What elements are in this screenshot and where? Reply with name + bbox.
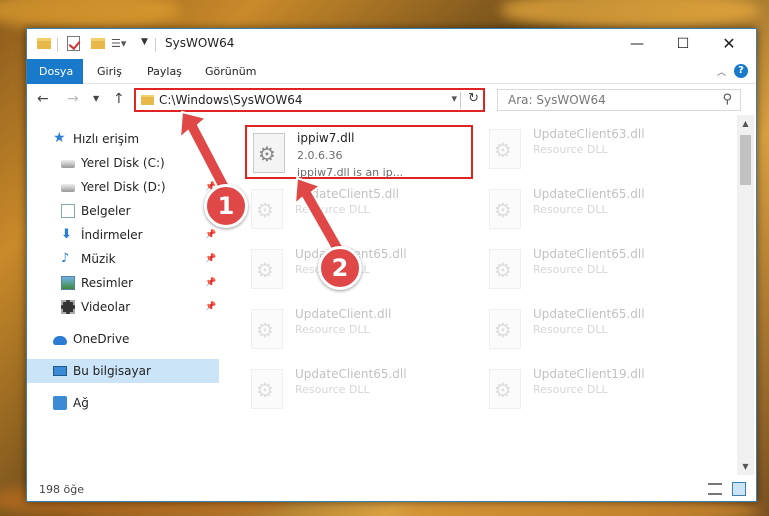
drive-icon (61, 184, 75, 192)
file-item[interactable]: UpdateClient.dll Resource DLL (245, 303, 473, 357)
search-icon[interactable]: ⚲ (722, 92, 732, 107)
download-icon: ⬇ (61, 227, 72, 242)
up-arrow-icon[interactable]: ↑ (113, 91, 125, 107)
navigation-pane: ★ Hızlı erişim Yerel Disk (C:) 📌 Yerel D… (27, 125, 219, 475)
explorer-window: ☰▾ ▼ SysWOW64 — ☐ ✕ Dosya Giriş Paylaş G… (26, 28, 757, 502)
dll-file-icon (251, 369, 283, 409)
scroll-up-icon[interactable]: ▲ (737, 115, 754, 132)
scroll-down-icon[interactable]: ▼ (737, 458, 754, 475)
properties-icon[interactable] (67, 36, 80, 51)
sidebar-item-videos[interactable]: Videolar 📌 (27, 295, 219, 319)
dll-file-icon (489, 129, 521, 169)
music-icon: ♪ (61, 251, 70, 266)
dll-file-icon (251, 189, 283, 229)
dll-file-icon (251, 309, 283, 349)
search-placeholder: Ara: SysWOW64 (508, 93, 606, 107)
file-item[interactable]: UpdateClient65.dll Resource DLL (245, 363, 473, 417)
picture-icon (61, 276, 75, 290)
refresh-icon[interactable]: ↻ (468, 91, 479, 106)
status-bar: 198 öğe (27, 477, 756, 501)
file-item[interactable]: UpdateClient63.dll Resource DLL (483, 123, 711, 177)
sidebar-item-quick-access[interactable]: ★ Hızlı erişim (27, 127, 219, 151)
dll-file-icon (251, 249, 283, 289)
title-bar: ☰▾ ▼ SysWOW64 — ☐ ✕ (27, 29, 756, 59)
pin-icon[interactable]: 📌 (205, 295, 216, 319)
dll-file-icon (489, 369, 521, 409)
dll-file-icon (253, 133, 285, 173)
tab-home[interactable]: Giriş (85, 59, 134, 84)
drive-icon (61, 160, 75, 168)
address-bar[interactable]: C:\Windows\SysWOW64 ▾ ↻ (134, 88, 485, 112)
sidebar-item-network[interactable]: Ağ (27, 391, 219, 415)
minimize-button[interactable]: — (614, 29, 660, 59)
chevron-down-icon[interactable]: ▼ (141, 37, 148, 53)
tab-share[interactable]: Paylaş (135, 59, 194, 84)
cloud-icon (53, 336, 67, 345)
step-2-badge: 2 (318, 246, 362, 290)
customize-quick-access-icon[interactable]: ☰▾ (111, 37, 126, 53)
document-icon (61, 204, 75, 218)
details-view-icon[interactable] (708, 483, 722, 495)
vertical-scrollbar[interactable]: ▲ ▼ (737, 115, 754, 475)
file-item[interactable]: UpdateClient65.dll Resource DLL (483, 243, 711, 297)
pin-icon[interactable]: 📌 (205, 151, 216, 175)
background-leaves (500, 0, 760, 30)
sidebar-item-downloads[interactable]: ⬇ İndirmeler 📌 (27, 223, 219, 247)
close-button[interactable]: ✕ (706, 29, 752, 59)
ribbon-tabs: Dosya Giriş Paylaş Görünüm ︿ ? (27, 59, 756, 84)
step-1-badge: 1 (204, 184, 248, 228)
scroll-thumb[interactable] (740, 135, 751, 185)
pin-icon[interactable]: 📌 (205, 271, 216, 295)
pin-icon[interactable]: 📌 (205, 247, 216, 271)
file-item[interactable]: UpdateClient5.dll Resource DLL (245, 183, 473, 237)
dll-file-icon (489, 309, 521, 349)
divider (460, 92, 461, 109)
divider (57, 38, 58, 52)
folder-icon (37, 38, 51, 49)
item-count: 198 öğe (39, 483, 84, 496)
window-title: SysWOW64 (165, 36, 235, 50)
recent-locations-icon[interactable]: ▼ (93, 94, 99, 103)
help-icon[interactable]: ? (734, 64, 748, 78)
folder-icon (141, 95, 154, 105)
file-item[interactable]: UpdateClient19.dll Resource DLL (483, 363, 711, 417)
pin-icon[interactable]: 📌 (205, 223, 216, 247)
file-list: ippiw7.dll 2.0.6.36 ippiw7.dll is an ip.… (219, 115, 737, 475)
tab-view[interactable]: Görünüm (193, 59, 268, 84)
dll-file-icon (489, 189, 521, 229)
sidebar-item-onedrive[interactable]: OneDrive (27, 327, 219, 351)
forward-arrow-icon[interactable]: → (67, 91, 79, 107)
dll-file-icon (489, 249, 521, 289)
video-icon (61, 300, 75, 314)
sidebar-item-this-pc[interactable]: Bu bilgisayar (27, 359, 219, 383)
file-item-ippiw7[interactable]: ippiw7.dll 2.0.6.36 ippiw7.dll is an ip.… (245, 125, 473, 179)
sidebar-item-disk-d[interactable]: Yerel Disk (D:) 📌 (27, 175, 219, 199)
maximize-button[interactable]: ☐ (660, 29, 706, 59)
divider (155, 38, 156, 52)
address-path[interactable]: C:\Windows\SysWOW64 (159, 93, 303, 107)
sidebar-item-music[interactable]: ♪ Müzik 📌 (27, 247, 219, 271)
file-item[interactable]: UpdateClient65.dll Resource DLL (483, 303, 711, 357)
expand-ribbon-icon[interactable]: ︿ (717, 65, 726, 78)
search-input[interactable]: Ara: SysWOW64 ⚲ (497, 89, 741, 111)
sidebar-item-disk-c[interactable]: Yerel Disk (C:) 📌 (27, 151, 219, 175)
sidebar-item-pictures[interactable]: Resimler 📌 (27, 271, 219, 295)
network-icon (53, 396, 67, 410)
background-leaves (0, 0, 180, 30)
computer-icon (53, 366, 67, 376)
back-arrow-icon[interactable]: ← (37, 91, 49, 107)
large-icons-view-icon[interactable] (732, 482, 746, 496)
tab-file[interactable]: Dosya (27, 59, 83, 84)
navigation-bar: ← → ▼ ↑ C:\Windows\SysWOW64 ▾ ↻ Ara: Sys… (27, 85, 756, 115)
sidebar-item-documents[interactable]: Belgeler 📌 (27, 199, 219, 223)
file-item[interactable]: UpdateClient65.dll Resource DLL (483, 183, 711, 237)
new-folder-icon[interactable] (91, 38, 105, 49)
star-icon: ★ (53, 130, 66, 146)
address-dropdown-icon[interactable]: ▾ (451, 92, 457, 105)
